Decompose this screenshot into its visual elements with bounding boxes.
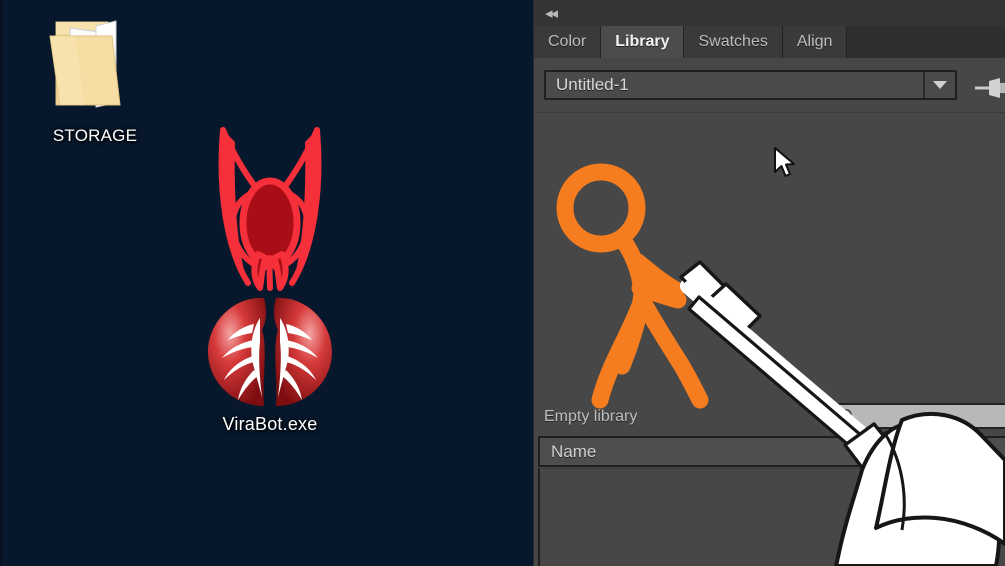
chevron-down-icon <box>933 81 947 89</box>
column-header-label: Name <box>551 441 597 461</box>
library-selector[interactable]: Untitled-1 <box>544 70 957 100</box>
virabot-malware-icon <box>208 127 332 406</box>
collapse-panel-icon[interactable]: ◂◂ <box>545 4 558 22</box>
pin-icon[interactable] <box>973 78 1005 98</box>
desktop-wallpaper: STORAGE ViraBot.exe <box>0 0 533 566</box>
panel-titlebar: ◂◂ <box>534 0 1005 27</box>
screen: STORAGE ViraBot.exe ◂◂ Color Library Swa… <box>0 0 1005 566</box>
desktop-icon-label: ViraBot.exe <box>222 414 318 434</box>
panel-tabbar: Color Library Swatches Align <box>534 26 1005 59</box>
library-preview-canvas[interactable] <box>534 112 1005 399</box>
empty-library-status: Empty library <box>544 408 638 425</box>
library-panel: ◂◂ Color Library Swatches Align Untitled… <box>533 0 1005 566</box>
tab-label: Color <box>548 33 587 50</box>
desktop-icon-virabot[interactable]: ViraBot.exe <box>190 118 350 433</box>
tab-label: Swatches <box>698 33 768 50</box>
tab-swatches[interactable]: Swatches <box>684 26 783 58</box>
library-item-list[interactable] <box>538 468 1005 566</box>
tab-color[interactable]: Color <box>534 26 602 58</box>
tab-library[interactable]: Library <box>601 26 685 58</box>
library-selector-dropdown-button[interactable] <box>923 72 955 98</box>
tabbar-filler <box>847 26 1005 58</box>
search-icon <box>841 408 855 424</box>
desktop-icon-storage[interactable]: STORAGE <box>20 8 170 145</box>
tab-label: Library <box>615 33 670 50</box>
library-search-field[interactable] <box>830 403 1005 429</box>
library-status-row: Empty library <box>534 398 1005 436</box>
folder-open-icon <box>49 20 121 108</box>
column-header-name[interactable]: Name <box>538 436 1005 467</box>
library-selector-row: Untitled-1 <box>534 58 1005 112</box>
tab-align[interactable]: Align <box>782 26 848 58</box>
tab-label: Align <box>796 33 833 50</box>
desktop-icon-label: STORAGE <box>52 126 138 145</box>
library-selector-value: Untitled-1 <box>556 75 629 94</box>
